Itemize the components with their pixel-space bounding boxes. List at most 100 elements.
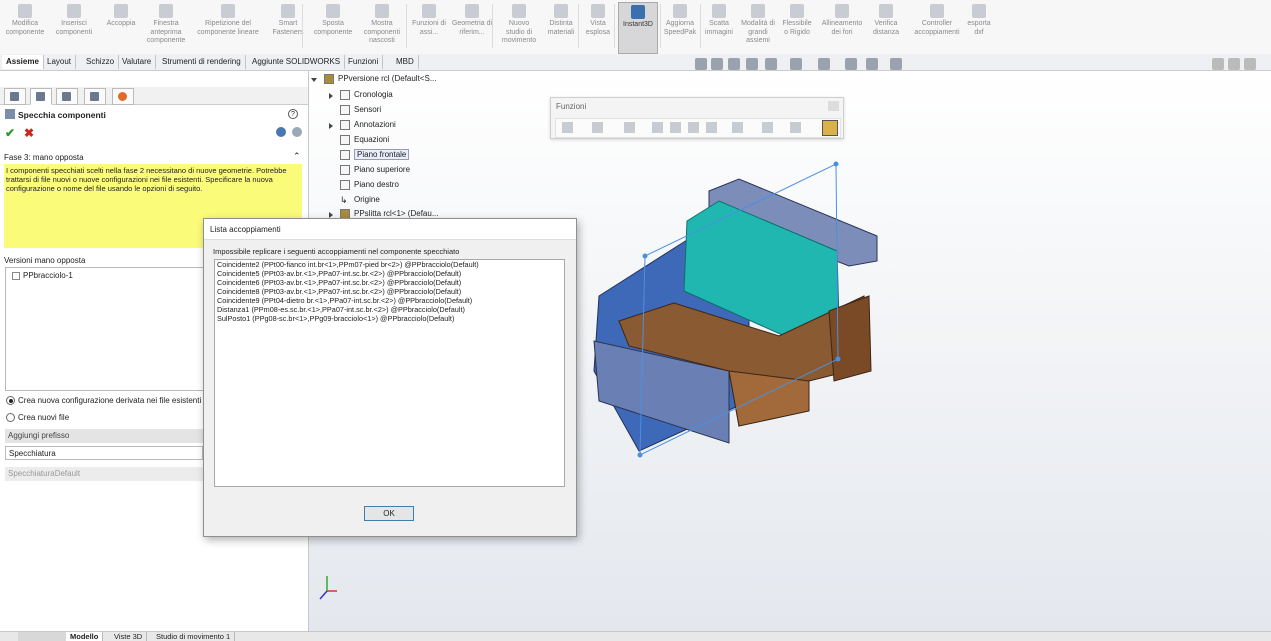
ribbon-button-2[interactable]: Inserisci componenti	[52, 2, 96, 52]
dimxpert-tab[interactable]	[84, 88, 106, 105]
maximize-window-icon[interactable]	[1228, 58, 1240, 70]
fillet-icon[interactable]	[624, 122, 635, 133]
tree-item-origin[interactable]: ↳ Origine	[340, 195, 380, 205]
add-prefix-select[interactable]: Aggiungi prefisso	[5, 429, 203, 443]
tab-funzioni[interactable]: Funzioni	[344, 55, 384, 69]
versions-list[interactable]: PPbracciolo-1	[5, 267, 207, 391]
tree-item-top-plane[interactable]: Piano superiore	[340, 165, 410, 175]
display-style-icon[interactable]	[790, 58, 802, 70]
ribbon-button-16[interactable]: Scatta immagini	[702, 2, 736, 52]
ribbon-button-18[interactable]: Flessibile o Rigido	[782, 2, 812, 52]
revolve-boss-icon[interactable]	[592, 122, 603, 133]
ribbon-separator	[302, 4, 303, 48]
ribbon-button-7[interactable]: Sposta componente	[312, 2, 354, 52]
list-item[interactable]: PPbracciolo-1	[12, 271, 73, 280]
restore-window-icon[interactable]	[1212, 58, 1224, 70]
ribbon-button-12[interactable]: Distinta materiali	[544, 2, 578, 52]
ribbon-button-10[interactable]: Geometria di riferim...	[450, 2, 494, 52]
tab-assieme[interactable]: Assieme	[2, 55, 44, 69]
shell-icon[interactable]	[670, 122, 681, 133]
radio-new-files[interactable]	[6, 413, 15, 422]
ribbon-button-4[interactable]: Finestra anteprima componente	[144, 2, 188, 52]
zoom-area-icon[interactable]	[711, 58, 723, 70]
ribbon-button-22[interactable]: esporta dxf	[962, 2, 996, 52]
tree-item-history[interactable]: Cronologia	[340, 90, 393, 100]
forward-arrow-icon[interactable]	[292, 127, 302, 137]
tree-item-annotations[interactable]: Annotazioni	[340, 120, 396, 130]
list-item[interactable]: Coincidente6 (PPt03-av.br.<1>,PPa07-int.…	[215, 278, 564, 287]
pattern-icon[interactable]	[732, 122, 743, 133]
tree-item-sensors[interactable]: Sensori	[340, 105, 381, 115]
ribbon-button-6[interactable]: Smart Fasteners	[270, 2, 306, 52]
export-dxf-icon	[972, 4, 986, 18]
ribbon-button-17[interactable]: Modalità di grandi assiemi	[740, 2, 776, 52]
radio-derived-config[interactable]	[6, 396, 15, 405]
move-component-icon	[326, 4, 340, 18]
list-item[interactable]: Coincidente9 (PPt04-dietro br.<1>,PPa07-…	[215, 296, 564, 305]
tree-item-right-plane[interactable]: Piano destro	[340, 180, 399, 190]
cancel-x-icon[interactable]: ✖	[24, 126, 34, 140]
featuremanager-tab[interactable]	[4, 88, 26, 105]
ribbon-button-14[interactable]: Instant3D	[618, 2, 658, 54]
tab-layout[interactable]: Layout	[43, 55, 77, 69]
ribbon-button-5[interactable]: Ripetizione del componente lineare	[192, 2, 264, 52]
ok-check-icon[interactable]: ✔	[5, 126, 15, 140]
help-icon[interactable]: ?	[288, 109, 298, 119]
expand-root-icon[interactable]	[311, 78, 317, 82]
zoom-to-fit-icon[interactable]	[695, 58, 707, 70]
apply-scene-icon[interactable]	[866, 58, 878, 70]
tab-valutare[interactable]: Valutare	[118, 55, 157, 69]
rib-icon[interactable]	[706, 122, 717, 133]
toolbar-close-icon[interactable]	[828, 101, 839, 111]
ribbon-button-3[interactable]: Accoppia	[104, 2, 138, 52]
ribbon-button-label: Aggiorna SpeedPak	[663, 20, 697, 36]
back-arrow-icon[interactable]	[276, 127, 286, 137]
configurationmanager-tab[interactable]	[56, 88, 78, 105]
collapse-chevron-icon[interactable]: ⌃	[293, 151, 301, 162]
ok-button[interactable]: OK	[364, 506, 414, 521]
ribbon-button-1[interactable]: Modifica componente	[4, 2, 46, 52]
mates-list[interactable]: Coincidente2 (PPt00-fianco int.br<1>,PPm…	[214, 259, 565, 487]
previous-view-icon[interactable]	[728, 58, 740, 70]
tab-schizzo[interactable]: Schizzo	[82, 55, 120, 69]
reference-geometry-icon[interactable]	[762, 122, 773, 133]
tab-strumenti-di-rendering[interactable]: Strumenti di rendering	[158, 55, 246, 69]
ribbon-button-19[interactable]: Allineamento dei fori	[818, 2, 866, 52]
ribbon-button-21[interactable]: Controller accoppiamenti	[914, 2, 960, 52]
view-orientation-icon[interactable]	[765, 58, 777, 70]
draft-icon[interactable]	[688, 122, 699, 133]
ribbon-separator	[578, 4, 579, 48]
edit-appearance-icon[interactable]	[845, 58, 857, 70]
instant3d-toggle-icon[interactable]	[822, 120, 838, 136]
tab-mbd[interactable]: MBD	[392, 55, 419, 69]
displaymanager-tab[interactable]	[112, 88, 134, 105]
ribbon-button-label: Controller accoppiamenti	[914, 20, 960, 36]
curves-icon[interactable]	[790, 122, 801, 133]
ribbon-button-15[interactable]: Aggiorna SpeedPak	[662, 2, 698, 52]
ribbon-button-11[interactable]: Nuovo studio di movimento	[500, 2, 538, 52]
tree-item-front-plane[interactable]: Piano frontale	[340, 149, 410, 161]
list-item[interactable]: Distanza1 (PPm08-es.sc.br.<1>,PPa07-int.…	[215, 305, 564, 314]
chamfer-icon[interactable]	[652, 122, 663, 133]
prefix-input[interactable]: Specchiatura	[5, 446, 203, 460]
extrude-boss-icon[interactable]	[562, 122, 573, 133]
section-view-icon[interactable]	[746, 58, 758, 70]
list-item[interactable]: Coincidente5 (PPt03-av.br.<1>,PPa07-int.…	[215, 269, 564, 278]
list-item[interactable]: Coincidente2 (PPt00-fianco int.br<1>,PPm…	[215, 260, 564, 269]
expand-icon[interactable]	[12, 271, 20, 280]
ribbon-button-9[interactable]: Funzioni di assi...	[412, 2, 446, 52]
expand-history-icon[interactable]	[329, 93, 333, 99]
close-window-icon[interactable]	[1244, 58, 1256, 70]
hide-show-items-icon[interactable]	[818, 58, 830, 70]
ribbon-button-13[interactable]: Vista esplosa	[582, 2, 614, 52]
tree-root[interactable]: PPversione rcl (Default<S...	[324, 74, 436, 84]
tree-item-equations[interactable]: Equazioni	[340, 135, 389, 145]
expand-annotations-icon[interactable]	[329, 123, 333, 129]
list-item[interactable]: Coincidente8 (PPt03-av.br.<1>,PPa07-int.…	[215, 287, 564, 296]
list-item[interactable]: SulPosto1 (PPg08-sc.br<1>,PPg09-bracciol…	[215, 314, 564, 323]
ribbon-button-8[interactable]: Mostra componenti nascosti	[360, 2, 404, 52]
view-settings-icon[interactable]	[890, 58, 902, 70]
propertymanager-tab[interactable]	[30, 88, 52, 105]
ribbon-button-20[interactable]: Verifica distanza	[868, 2, 904, 52]
tab-aggiunte-solidworks[interactable]: Aggiunte SOLIDWORKS	[248, 55, 346, 69]
